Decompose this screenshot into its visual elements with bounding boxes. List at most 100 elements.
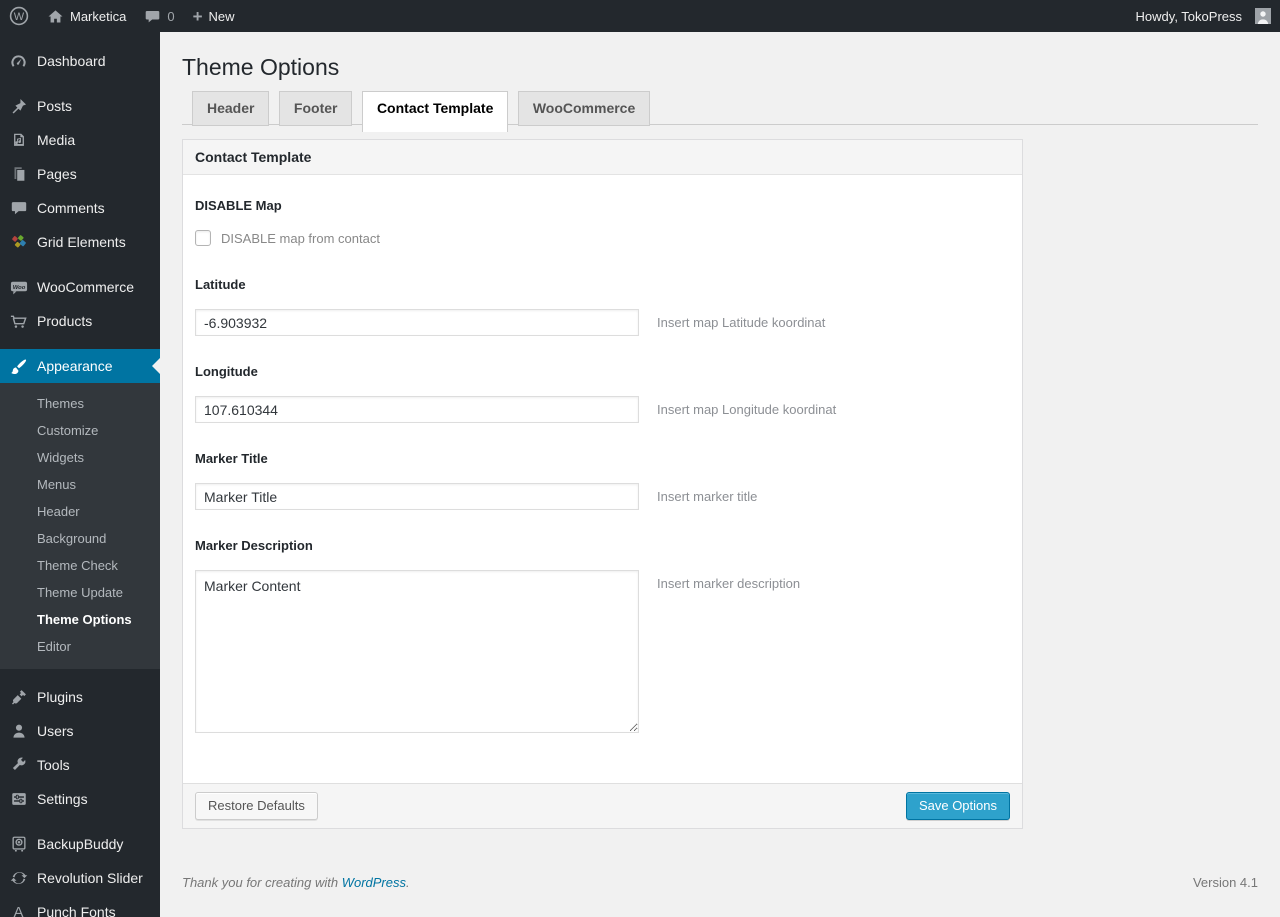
latitude-input[interactable] <box>195 309 639 336</box>
restore-defaults-button[interactable]: Restore Defaults <box>195 792 318 820</box>
products-cart-icon <box>0 312 37 331</box>
wordpress-logo-icon: W <box>9 6 29 26</box>
disable-map-field: DISABLE Map DISABLE map from contact <box>195 199 1010 246</box>
sidebar-item-posts[interactable]: Posts <box>0 89 160 123</box>
panel-title: Contact Template <box>183 140 1022 175</box>
sidebar-label: Media <box>37 132 76 148</box>
sidebar-item-revolution-slider[interactable]: Revolution Slider <box>0 861 160 895</box>
site-name-link[interactable]: Marketica <box>38 0 135 32</box>
submenu-label: Editor <box>37 639 71 654</box>
backupbuddy-icon <box>0 835 37 853</box>
sidebar-label: Grid Elements <box>37 234 126 250</box>
admin-bar-comments[interactable]: 0 <box>135 0 183 32</box>
submenu-item-header[interactable]: Header <box>0 498 160 525</box>
sidebar-item-users[interactable]: Users <box>0 714 160 748</box>
submenu-label: Themes <box>37 396 84 411</box>
sidebar-label: BackupBuddy <box>37 836 124 852</box>
wordpress-link[interactable]: WordPress <box>342 875 406 890</box>
svg-text:Woo: Woo <box>12 285 25 291</box>
sidebar-item-products[interactable]: Products <box>0 304 160 338</box>
sidebar-item-pages[interactable]: Pages <box>0 157 160 191</box>
sidebar-label: Plugins <box>37 689 83 705</box>
sidebar-item-comments[interactable]: Comments <box>0 191 160 225</box>
revolution-slider-icon <box>0 869 37 887</box>
settings-icon <box>0 790 37 808</box>
submenu-item-background[interactable]: Background <box>0 525 160 552</box>
page-title: Theme Options <box>182 54 340 80</box>
page-footer: Thank you for creating with WordPress. V… <box>182 875 1258 890</box>
sidebar-label: Settings <box>37 791 88 807</box>
admin-bar: W Marketica 0 + New Howdy, TokoPress <box>0 0 1280 32</box>
howdy-account-menu[interactable]: Howdy, TokoPress <box>1127 0 1280 32</box>
sidebar-label: WooCommerce <box>37 279 134 295</box>
pages-icon <box>0 165 37 183</box>
latitude-hint: Insert map Latitude koordinat <box>657 315 826 330</box>
sidebar-label: Pages <box>37 166 77 182</box>
thanks-prefix: Thank you for creating with <box>182 875 339 890</box>
tab-bar: Header Footer Contact Template WooCommer… <box>182 91 1258 132</box>
submenu-label: Theme Update <box>37 585 123 600</box>
submenu-item-themes[interactable]: Themes <box>0 390 160 417</box>
punch-fonts-icon: A <box>13 903 24 917</box>
woocommerce-icon: Woo <box>0 278 37 297</box>
appearance-submenu: Themes Customize Widgets Menus Header Ba… <box>0 383 160 669</box>
submenu-item-theme-options[interactable]: Theme Options <box>0 606 160 633</box>
tools-wrench-icon <box>0 756 37 774</box>
save-options-button[interactable]: Save Options <box>905 792 1010 820</box>
sidebar-item-backupbuddy[interactable]: BackupBuddy <box>0 827 160 861</box>
plus-icon: + <box>192 6 203 26</box>
media-icon <box>0 131 37 149</box>
new-label: New <box>208 8 235 24</box>
sidebar-item-grid-elements[interactable]: Grid Elements <box>0 225 160 259</box>
avatar <box>1255 8 1271 24</box>
marker-description-hint: Insert marker description <box>657 576 801 591</box>
tab-woocommerce[interactable]: WooCommerce <box>517 91 651 126</box>
marker-title-input[interactable] <box>195 483 639 510</box>
tab-header[interactable]: Header <box>192 91 270 126</box>
sidebar-item-punch-fonts[interactable]: A Punch Fonts <box>0 895 160 917</box>
grid-elements-icon <box>0 233 37 251</box>
panel-body: DISABLE Map DISABLE map from contact Lat… <box>183 175 1022 783</box>
latitude-label: Latitude <box>195 277 246 292</box>
disable-map-checkbox[interactable] <box>195 230 211 246</box>
marker-title-label: Marker Title <box>195 451 268 466</box>
footer-thanks: Thank you for creating with WordPress. <box>182 875 410 890</box>
comments-icon <box>0 199 37 217</box>
version-text: Version 4.1 <box>1192 875 1258 890</box>
marker-description-textarea[interactable]: Marker Content <box>195 570 639 733</box>
disable-map-label: DISABLE Map <box>195 198 282 213</box>
marker-title-hint: Insert marker title <box>657 489 758 504</box>
submenu-item-theme-update[interactable]: Theme Update <box>0 579 160 606</box>
sidebar-item-woocommerce[interactable]: Woo WooCommerce <box>0 270 160 304</box>
submenu-label: Header <box>37 504 80 519</box>
sidebar-item-appearance[interactable]: Appearance <box>0 349 160 383</box>
sidebar-item-media[interactable]: Media <box>0 123 160 157</box>
submenu-item-customize[interactable]: Customize <box>0 417 160 444</box>
comments-bubble-icon <box>144 8 161 25</box>
sidebar-item-dashboard[interactable]: Dashboard <box>0 44 160 78</box>
sidebar-item-settings[interactable]: Settings <box>0 782 160 816</box>
new-content-menu[interactable]: + New <box>184 0 244 32</box>
thanks-suffix: . <box>406 875 410 890</box>
wordpress-logo-menu[interactable]: W <box>0 0 38 32</box>
longitude-input[interactable] <box>195 396 639 423</box>
users-icon <box>0 722 37 740</box>
sidebar-label: Comments <box>37 200 105 216</box>
appearance-brush-icon <box>0 357 37 376</box>
latitude-field: Latitude Insert map Latitude koordinat <box>195 278 1010 336</box>
submenu-item-menus[interactable]: Menus <box>0 471 160 498</box>
sidebar-item-tools[interactable]: Tools <box>0 748 160 782</box>
tab-contact-template[interactable]: Contact Template <box>361 91 509 132</box>
tab-footer[interactable]: Footer <box>278 91 353 126</box>
submenu-item-widgets[interactable]: Widgets <box>0 444 160 471</box>
submenu-item-theme-check[interactable]: Theme Check <box>0 552 160 579</box>
submenu-item-editor[interactable]: Editor <box>0 633 160 660</box>
sidebar-item-plugins[interactable]: Plugins <box>0 680 160 714</box>
submenu-label: Background <box>37 531 107 546</box>
comment-count: 0 <box>167 8 175 24</box>
home-icon <box>47 8 64 25</box>
marker-title-field: Marker Title Insert marker title <box>195 452 1010 510</box>
dashboard-icon <box>0 52 37 71</box>
panel-footer: Restore Defaults Save Options <box>183 783 1022 828</box>
submenu-label: Theme Check <box>37 558 118 573</box>
